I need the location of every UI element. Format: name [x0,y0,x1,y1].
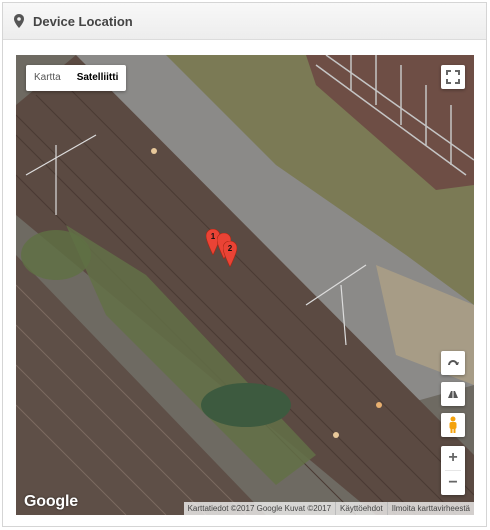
fullscreen-icon [446,70,460,84]
tilt-button[interactable] [441,382,465,406]
panel-title: Device Location [33,13,133,29]
device-location-panel: Device Location Kartta Satelliitti + − 1… [2,2,487,527]
zoom-out-button[interactable]: − [441,471,465,495]
satellite-map[interactable]: Kartta Satelliitti + − 1 2 Google Kartta… [16,55,474,515]
location-marker-2[interactable]: 2 [223,241,237,267]
google-logo[interactable]: Google [24,493,78,511]
map-type-satelliitti[interactable]: Satelliitti [69,65,127,91]
marker-label-2: 2 [228,244,233,253]
zoom-control: + − [441,446,465,495]
report-error-link[interactable]: Ilmoita karttavirheestä [386,502,474,515]
map-attribution: Karttatiedot ©2017 Google Kuvat ©2017 Kä… [183,502,474,515]
rotate-icon [448,360,459,366]
map-type-control: Kartta Satelliitti [26,65,127,91]
fullscreen-button[interactable] [441,65,465,89]
zoom-in-button[interactable]: + [441,446,465,470]
map-pin-icon [14,14,24,28]
tilt-icon [448,391,458,398]
map-type-kartta[interactable]: Kartta [26,65,69,91]
pegman-icon [449,416,457,433]
terms-link[interactable]: Käyttöehdot [335,502,387,515]
satellite-imagery [16,55,474,515]
rotate-button[interactable] [441,351,465,375]
attribution-data: Karttatiedot ©2017 Google Kuvat ©2017 [187,504,332,513]
street-view-pegman[interactable] [441,413,465,437]
panel-header: Device Location [3,3,486,40]
marker-label-1: 1 [211,232,216,241]
